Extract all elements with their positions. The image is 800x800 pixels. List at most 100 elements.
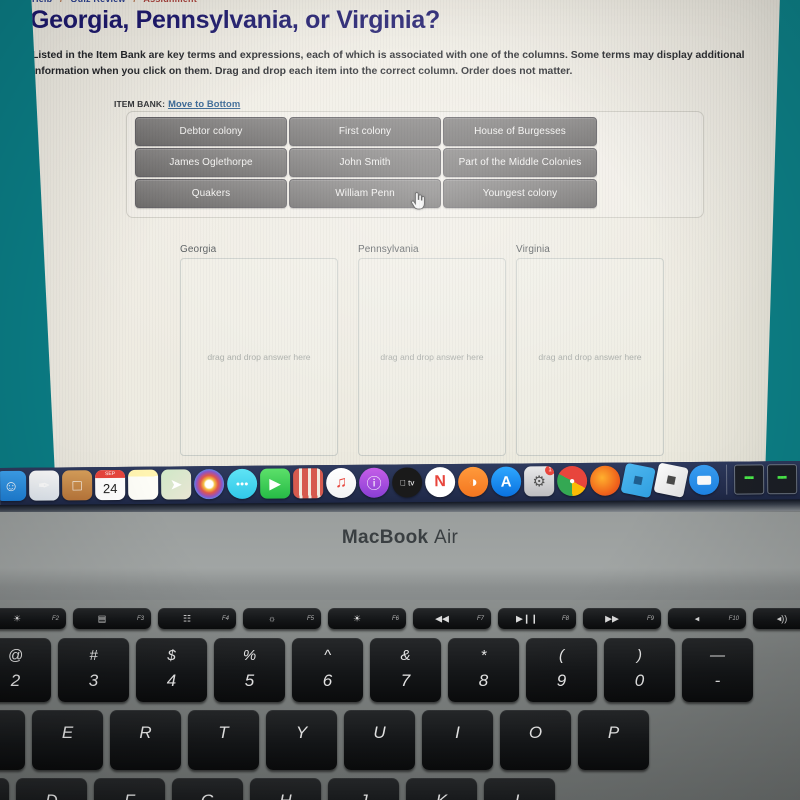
finder-icon[interactable]: ☺ xyxy=(0,470,27,502)
key-6[interactable]: ^ 6 xyxy=(292,638,363,702)
item-bank-tile[interactable]: Debtor colony xyxy=(135,117,287,146)
key-k[interactable]: K xyxy=(406,778,477,800)
apple-tv-icon[interactable]:  tv xyxy=(392,467,423,498)
breadcrumb-separator: / xyxy=(60,0,63,2)
books-icon[interactable]: ◑ xyxy=(458,466,489,498)
key-shift-glyph: & xyxy=(400,647,411,664)
key-e[interactable]: E xyxy=(32,710,103,770)
dock-separator xyxy=(725,464,728,495)
key-j[interactable]: J xyxy=(328,778,399,800)
item-bank-tile[interactable]: John Smith xyxy=(289,148,441,177)
firefox-icon[interactable] xyxy=(590,465,621,496)
key--[interactable]: — - xyxy=(682,638,753,702)
breadcrumb-item-1[interactable]: Quiz Review xyxy=(70,0,125,2)
key-primary-glyph: 3 xyxy=(88,671,99,690)
key-i[interactable]: I xyxy=(422,710,493,770)
key-f5[interactable]: ☼ F5 xyxy=(243,608,321,629)
messages-icon[interactable]: ●●● xyxy=(227,468,258,500)
breadcrumb-item-0[interactable]: Help xyxy=(32,0,52,2)
key-f7[interactable]: ◀◀ F7 xyxy=(413,608,491,629)
key-f4[interactable]: ☷ F4 xyxy=(158,608,236,629)
music-icon[interactable]: ♫ xyxy=(326,467,357,499)
key-letter: R xyxy=(139,723,152,742)
zoom-icon[interactable] xyxy=(688,464,720,495)
key-9[interactable]: (9 xyxy=(526,638,597,702)
key-7[interactable]: & 7 xyxy=(370,638,441,702)
key-letter: F xyxy=(94,791,165,800)
calendar-icon[interactable]: SEP 24 xyxy=(95,469,126,501)
news-icon[interactable]: N xyxy=(425,467,456,498)
podcasts-icon[interactable]: ⓘ xyxy=(359,467,390,498)
facetime-icon[interactable]: ▶ xyxy=(260,468,291,499)
roblox-icon[interactable] xyxy=(620,462,656,499)
key-y[interactable]: Y xyxy=(266,710,337,770)
notes-icon[interactable] xyxy=(128,469,159,500)
chrome-icon[interactable]: ● xyxy=(557,465,588,497)
breadcrumb-item-2: Assignment xyxy=(143,0,197,2)
item-bank-grid: Debtor colony First colony House of Burges… xyxy=(135,117,701,208)
photos-icon[interactable] xyxy=(194,469,225,500)
key-glyph: ☼ xyxy=(267,613,277,623)
key-2[interactable]: @2 xyxy=(0,638,51,702)
key-p[interactable]: P xyxy=(578,710,649,770)
terminal-window-icon[interactable]: ▀▀▀ xyxy=(766,464,798,495)
key-shift-glyph: * xyxy=(480,647,487,664)
key-l[interactable]: L xyxy=(484,778,555,800)
key-f6[interactable]: ☀ F6 xyxy=(328,608,406,629)
key-glyph: ▶▶ xyxy=(605,613,619,623)
item-bank-tile[interactable]: First colony xyxy=(289,117,441,146)
key-letter: E xyxy=(61,723,74,742)
key-f2[interactable]: ☀ F2 xyxy=(0,608,66,629)
item-bank-label: ITEM BANK: xyxy=(114,99,166,109)
maps-icon[interactable]: ➤ xyxy=(161,469,192,500)
move-to-bottom-link[interactable]: Move to Bottom xyxy=(168,98,240,109)
drop-zone-hint: drag and drop answer here xyxy=(538,352,642,362)
system-preferences-icon[interactable]: ⚙ 1 xyxy=(524,466,555,497)
key-f11[interactable]: ◂))F11 xyxy=(753,608,800,629)
deck-shadow xyxy=(0,568,800,602)
key-shift-glyph: # xyxy=(89,647,98,664)
photos-preview-icon[interactable]: ✒ xyxy=(29,470,60,501)
key-s[interactable]: S xyxy=(0,778,9,800)
key-primary-glyph: 7 xyxy=(400,671,411,690)
key-r[interactable]: R xyxy=(110,710,181,770)
key-h[interactable]: H xyxy=(250,778,321,800)
photo-booth-icon[interactable] xyxy=(293,468,324,499)
key-f3[interactable]: ▤ F3 xyxy=(73,608,151,629)
key-3[interactable]: #3 xyxy=(58,638,129,702)
key-f[interactable]: F xyxy=(94,778,165,800)
key-letter: O xyxy=(528,723,543,742)
key-g[interactable]: G xyxy=(172,778,243,800)
key-f9[interactable]: ▶▶ F9 xyxy=(583,608,661,629)
key-8[interactable]: * 8 xyxy=(448,638,519,702)
key-f8[interactable]: ▶❙❙ F8 xyxy=(498,608,576,629)
item-bank-tile[interactable]: Part of the Middle Colonies xyxy=(443,148,597,177)
key-w[interactable]: W xyxy=(0,710,25,770)
drop-column-title: Georgia xyxy=(180,244,217,255)
terminal-window-icon[interactable]: ▀▀▀ xyxy=(733,464,765,495)
item-bank-tile[interactable]: Quakers xyxy=(135,179,287,208)
item-bank-tile[interactable]: Youngest colony xyxy=(443,179,597,208)
drop-zone[interactable]: drag and drop answer here xyxy=(516,258,664,456)
laptop-screen: Help / Quiz Review / Assignment Georgia,… xyxy=(0,0,800,492)
key-0[interactable]: ) 0 xyxy=(604,638,675,702)
roblox-studio-icon[interactable] xyxy=(653,462,689,498)
drop-column-title: Virginia xyxy=(516,244,550,255)
keyboard-qwerty-row: W E R TYUI O P xyxy=(0,710,800,772)
key-o[interactable]: O xyxy=(500,710,571,770)
contacts-icon[interactable]: □ xyxy=(62,470,93,501)
item-bank-tile[interactable]: James Oglethorpe xyxy=(135,148,287,177)
macos-dock[interactable]: ☺✒□SEP24 ➤ ●●●▶ ♫ⓘ tvN◑A⚙1● ▀▀▀ ▀▀▀ xyxy=(0,462,800,505)
item-bank-tile[interactable]: William Penn xyxy=(289,179,441,208)
breadcrumb[interactable]: Help / Quiz Review / Assignment xyxy=(32,0,197,2)
key-u[interactable]: U xyxy=(344,710,415,770)
key-d[interactable]: D xyxy=(16,778,87,800)
app-store-icon[interactable]: A xyxy=(491,466,522,497)
key-4[interactable]: $4 xyxy=(136,638,207,702)
item-bank-tile[interactable]: House of Burgesses xyxy=(443,117,597,146)
key-t[interactable]: T xyxy=(188,710,259,770)
key-5[interactable]: % 5 xyxy=(214,638,285,702)
key-f10[interactable]: ◂ F10 xyxy=(668,608,746,629)
drop-zone[interactable]: drag and drop answer here xyxy=(180,258,338,456)
drop-zone[interactable]: drag and drop answer here xyxy=(358,258,506,456)
